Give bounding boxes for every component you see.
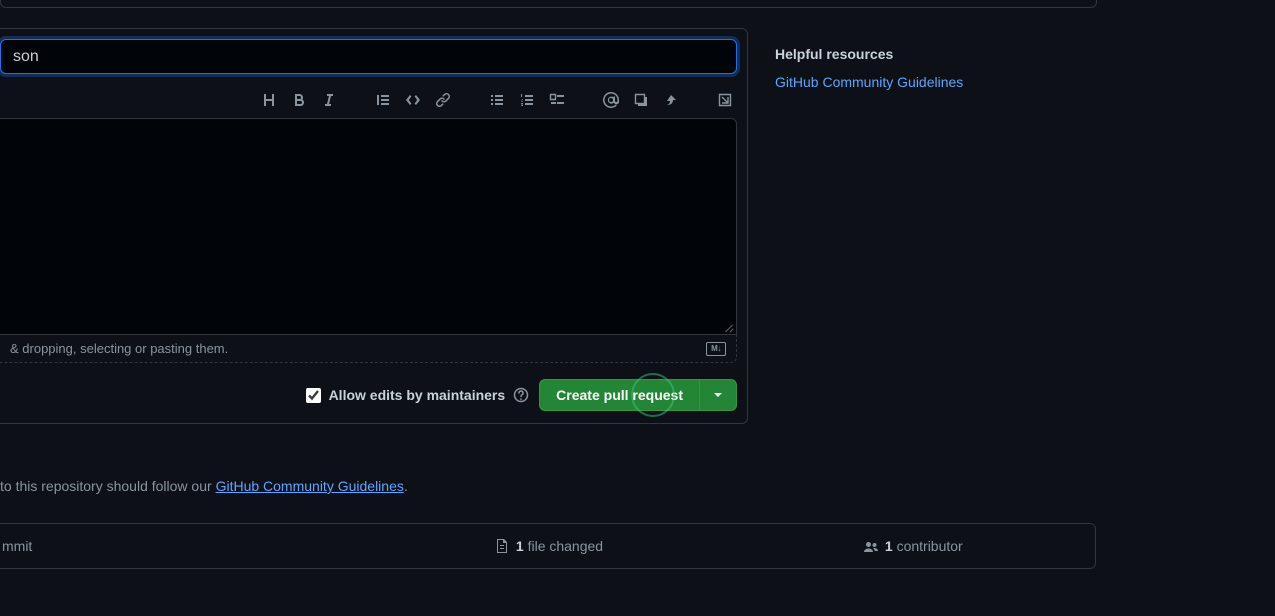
people-icon bbox=[863, 538, 879, 554]
sidebar-helpful-resources: Helpful resources GitHub Community Guide… bbox=[775, 46, 1055, 90]
pr-form-panel: & dropping, selecting or pasting them. M… bbox=[0, 28, 748, 424]
caret-down-icon bbox=[714, 393, 722, 397]
attach-hint-text: & dropping, selecting or pasting them. bbox=[10, 341, 228, 356]
pr-description-textarea[interactable] bbox=[0, 118, 737, 335]
create-pr-button[interactable]: Create pull request bbox=[539, 379, 699, 411]
create-pr-button-group: Create pull request bbox=[539, 379, 737, 411]
help-icon[interactable] bbox=[513, 387, 529, 403]
heading-icon[interactable] bbox=[261, 92, 277, 108]
bullet-list-icon[interactable] bbox=[489, 92, 505, 108]
sidebar-guidelines-link[interactable]: GitHub Community Guidelines bbox=[775, 74, 963, 90]
bold-icon[interactable] bbox=[291, 92, 307, 108]
contributors-stat[interactable]: 1 contributor bbox=[731, 538, 1095, 554]
guidelines-note: to this repository should follow our Git… bbox=[0, 478, 408, 494]
diff-expand-icon[interactable] bbox=[717, 92, 733, 108]
create-pr-dropdown[interactable] bbox=[699, 379, 737, 411]
task-list-icon[interactable] bbox=[549, 92, 565, 108]
code-icon[interactable] bbox=[405, 92, 421, 108]
sidebar-heading: Helpful resources bbox=[775, 46, 1055, 62]
file-diff-icon bbox=[494, 538, 510, 554]
stats-bar: mmit 1 file changed 1 contributor bbox=[0, 523, 1096, 569]
attach-hint-bar[interactable]: & dropping, selecting or pasting them. M… bbox=[0, 335, 737, 363]
guidelines-link[interactable]: GitHub Community Guidelines bbox=[216, 478, 404, 494]
markdown-icon[interactable]: M↓ bbox=[706, 342, 726, 356]
allow-edits-label: Allow edits by maintainers bbox=[329, 387, 506, 403]
top-panel-frame bbox=[0, 0, 1097, 8]
link-icon[interactable] bbox=[435, 92, 451, 108]
allow-edits-checkbox[interactable]: Allow edits by maintainers bbox=[306, 387, 530, 403]
italic-icon[interactable] bbox=[321, 92, 337, 108]
files-changed-stat[interactable]: 1 file changed bbox=[366, 538, 730, 554]
quote-icon[interactable] bbox=[375, 92, 391, 108]
reference-icon[interactable] bbox=[633, 92, 649, 108]
reply-icon[interactable] bbox=[663, 92, 679, 108]
number-list-icon[interactable] bbox=[519, 92, 535, 108]
resize-handle-icon[interactable] bbox=[724, 322, 734, 332]
allow-edits-input[interactable] bbox=[306, 388, 321, 403]
actions-row: Allow edits by maintainers Create pull r… bbox=[0, 363, 747, 411]
md-toolbar bbox=[0, 74, 747, 118]
commits-stat[interactable]: mmit bbox=[0, 538, 366, 554]
pr-title-input[interactable] bbox=[0, 39, 737, 74]
mention-icon[interactable] bbox=[603, 92, 619, 108]
